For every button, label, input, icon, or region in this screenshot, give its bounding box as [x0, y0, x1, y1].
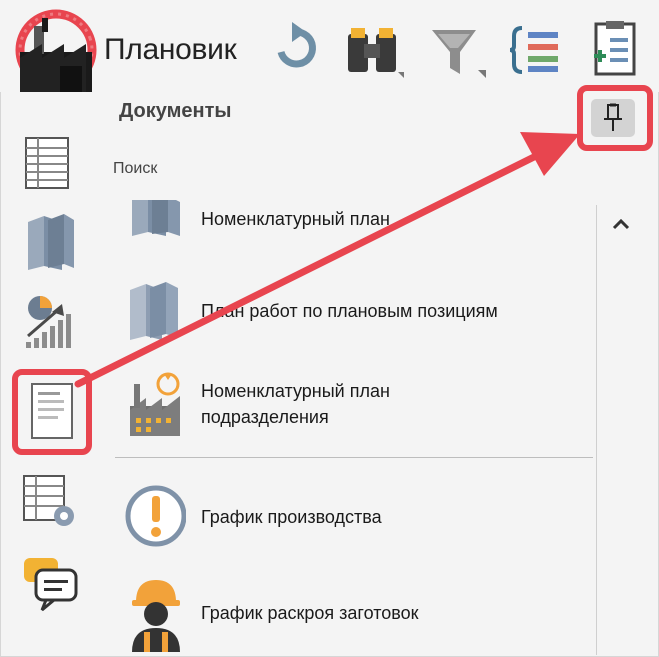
list-divider [115, 457, 593, 458]
books-icon [130, 282, 178, 340]
panel-title: Документы [119, 100, 232, 122]
filter-icon[interactable] [428, 20, 488, 80]
list-item-label: Номенклатурный план подразделения [201, 381, 390, 427]
document-add-icon[interactable] [588, 20, 642, 80]
factory-icon [130, 372, 180, 436]
binoculars-icon[interactable] [342, 20, 406, 80]
list-item-label: График производства [201, 507, 382, 527]
app-logo-icon [15, 9, 97, 92]
list-item-label: Номенклатурный план [201, 209, 390, 229]
document-list: Номенклатурный план План работ по планов… [110, 200, 594, 655]
list-item-label: План работ по плановым позициям [201, 301, 498, 321]
sidebar-selection-highlight [12, 369, 92, 455]
pin-icon [604, 103, 622, 131]
list-item[interactable]: План работ по плановым позициям [110, 274, 594, 344]
list-braces-icon[interactable] [508, 20, 568, 80]
pin-button[interactable] [591, 99, 635, 137]
refresh-icon[interactable] [270, 20, 322, 80]
list-item[interactable]: График раскроя заготовок [110, 570, 594, 652]
list-item[interactable]: Номенклатурный план подразделения [110, 366, 594, 446]
app-title: Плановик [104, 33, 237, 66]
search-label[interactable]: Поиск [113, 160, 157, 178]
warning-circle-icon [125, 485, 186, 547]
list-item[interactable]: Номенклатурный план [110, 200, 594, 240]
scrollbar-track[interactable] [596, 205, 597, 655]
chat-icon[interactable] [18, 552, 82, 616]
list-item-label: График раскроя заготовок [201, 603, 419, 623]
books-icon [132, 200, 180, 236]
chevron-up-icon[interactable] [606, 212, 636, 236]
pin-highlight [577, 85, 653, 151]
top-toolbar: Плановик [0, 0, 659, 92]
list-item[interactable]: График производства [110, 480, 594, 556]
table-gear-icon[interactable] [18, 470, 82, 534]
worker-icon [132, 580, 180, 652]
books-icon[interactable] [18, 208, 82, 272]
chart-growth-icon[interactable] [18, 290, 82, 354]
table-icon[interactable] [18, 130, 82, 194]
